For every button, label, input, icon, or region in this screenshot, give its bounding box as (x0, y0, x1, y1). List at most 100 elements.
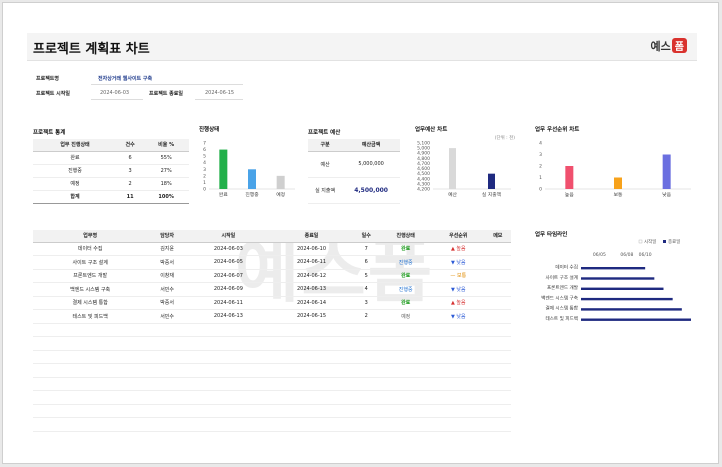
tasks-cell[interactable]: 서민수 (147, 282, 187, 297)
tasks-cell[interactable] (432, 350, 485, 364)
status-chart[interactable]: 진행상태 01234567 완료 진행중 예정 (197, 123, 297, 199)
tasks-cell[interactable] (147, 363, 187, 378)
tasks-cell[interactable]: 4 (353, 282, 380, 297)
tasks-cell[interactable]: 2024-06-11 (186, 296, 270, 310)
tasks-cell[interactable] (33, 363, 148, 378)
tasks-cell[interactable]: ▲ 높음 (432, 242, 485, 256)
tasks-cell[interactable] (484, 323, 511, 337)
tasks-cell[interactable] (432, 323, 485, 337)
stats-cell[interactable]: 완료 (33, 151, 117, 165)
tasks-cell[interactable]: ▼ 낮음 (432, 255, 485, 270)
tasks-cell[interactable] (147, 377, 187, 391)
tasks-cell[interactable] (484, 390, 511, 405)
project-end-value[interactable]: 2024-06-15 (205, 90, 234, 96)
tasks-cell[interactable] (484, 282, 511, 297)
stats-cell[interactable]: 18% (143, 177, 189, 191)
tasks-cell[interactable] (33, 336, 148, 351)
tasks-cell[interactable]: ▼ 낮음 (432, 309, 485, 324)
budget-cell[interactable]: 4,500,000 (342, 177, 400, 204)
tasks-cell[interactable]: 이창재 (147, 269, 187, 283)
tasks-cell[interactable] (269, 377, 354, 391)
tasks-cell[interactable] (484, 269, 511, 283)
tasks-cell[interactable]: — 보통 (432, 269, 485, 283)
tasks-cell[interactable] (269, 404, 354, 418)
tasks-cell[interactable] (186, 336, 270, 351)
stats-cell[interactable]: 진행중 (33, 164, 117, 178)
tasks-cell[interactable] (379, 390, 432, 405)
stats-cell[interactable]: 100% (143, 189, 189, 204)
tasks-cell[interactable] (33, 390, 148, 405)
tasks-cell[interactable] (186, 363, 270, 378)
tasks-cell[interactable] (186, 350, 270, 364)
project-start-value[interactable]: 2024-06-03 (100, 90, 129, 96)
tasks-cell[interactable]: 결제 시스템 통합 (33, 296, 148, 310)
tasks-cell[interactable] (33, 417, 148, 432)
tasks-cell[interactable]: 2024-06-15 (269, 309, 354, 324)
tasks-cell[interactable] (269, 323, 354, 337)
tasks-cell[interactable]: 7 (353, 242, 380, 256)
tasks-cell[interactable] (432, 390, 485, 405)
tasks-cell[interactable]: 2 (353, 309, 380, 324)
tasks-cell[interactable]: 2024-06-07 (186, 269, 270, 283)
tasks-cell[interactable] (379, 363, 432, 378)
stats-cell[interactable]: 6 (116, 151, 144, 165)
tasks-cell[interactable] (432, 336, 485, 351)
stats-cell[interactable]: 55% (143, 151, 189, 165)
tasks-cell[interactable] (484, 404, 511, 418)
tasks-cell[interactable]: 2024-06-11 (269, 255, 354, 270)
tasks-cell[interactable] (269, 390, 354, 405)
tasks-cell[interactable]: 2024-06-12 (269, 269, 354, 283)
stats-cell[interactable]: 3 (116, 164, 144, 178)
tasks-cell[interactable] (379, 323, 432, 337)
tasks-cell[interactable] (186, 390, 270, 405)
tasks-cell[interactable] (353, 323, 380, 337)
tasks-cell[interactable] (186, 377, 270, 391)
tasks-cell[interactable] (33, 350, 148, 364)
tasks-cell[interactable]: 데이터 수집 (33, 242, 148, 256)
tasks-cell[interactable] (379, 350, 432, 364)
tasks-cell[interactable] (379, 417, 432, 432)
tasks-cell[interactable] (33, 323, 148, 337)
tasks-cell[interactable] (379, 404, 432, 418)
tasks-cell[interactable] (269, 350, 354, 364)
priority-chart[interactable]: 업무 우선순위 차트 0 1 2 3 4 높음 보통 낮음 (531, 123, 696, 199)
tasks-cell[interactable] (186, 417, 270, 432)
tasks-cell[interactable] (353, 404, 380, 418)
tasks-cell[interactable]: 진행중 (379, 282, 432, 297)
project-name-value[interactable]: 전자상거래 웹사이트 구축 (98, 75, 152, 82)
tasks-cell[interactable] (147, 390, 187, 405)
budget-cell[interactable]: 5,000,000 (342, 151, 400, 178)
tasks-cell[interactable] (269, 417, 354, 432)
stats-cell[interactable]: 27% (143, 164, 189, 178)
tasks-cell[interactable] (147, 350, 187, 364)
tasks-cell[interactable]: ▼ 낮음 (432, 282, 485, 297)
budget-cell[interactable]: 실 지출액 (308, 177, 343, 204)
tasks-cell[interactable] (484, 363, 511, 378)
tasks-cell[interactable] (379, 377, 432, 391)
tasks-cell[interactable]: 2024-06-05 (186, 255, 270, 270)
tasks-cell[interactable] (432, 363, 485, 378)
tasks-cell[interactable]: 2024-06-09 (186, 282, 270, 297)
tasks-cell[interactable]: 서민수 (147, 309, 187, 324)
tasks-cell[interactable]: 테스트 및 피드백 (33, 309, 148, 324)
tasks-cell[interactable] (147, 336, 187, 351)
tasks-cell[interactable] (484, 309, 511, 324)
tasks-cell[interactable] (353, 363, 380, 378)
tasks-cell[interactable] (147, 323, 187, 337)
tasks-cell[interactable] (353, 350, 380, 364)
tasks-cell[interactable]: 김지윤 (147, 242, 187, 256)
tasks-cell[interactable] (269, 363, 354, 378)
tasks-cell[interactable] (353, 377, 380, 391)
tasks-cell[interactable] (186, 323, 270, 337)
tasks-cell[interactable]: 백엔드 시스템 구축 (33, 282, 148, 297)
tasks-cell[interactable] (353, 390, 380, 405)
budget-cell[interactable]: 예산 (308, 151, 343, 178)
stats-cell[interactable]: 2 (116, 177, 144, 191)
tasks-cell[interactable] (484, 377, 511, 391)
tasks-cell[interactable] (484, 242, 511, 256)
tasks-cell[interactable]: 2024-06-13 (269, 282, 354, 297)
tasks-cell[interactable]: 2024-06-10 (269, 242, 354, 256)
tasks-cell[interactable] (33, 404, 148, 418)
tasks-cell[interactable]: 예정 (379, 309, 432, 324)
stats-cell[interactable]: 11 (116, 189, 144, 204)
